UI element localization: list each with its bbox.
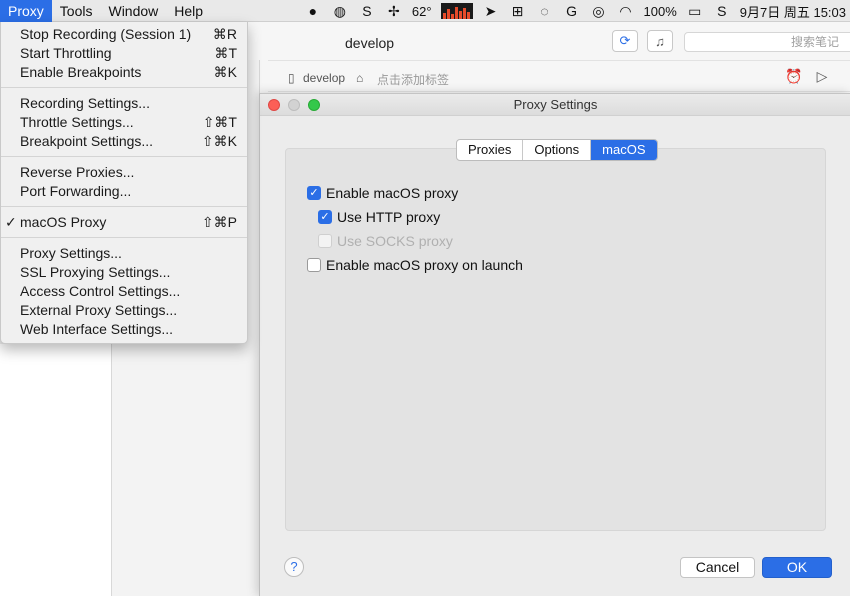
menu-item-shortcut: ⇧⌘K [201,133,237,149]
search-app-icon[interactable]: ◎ [590,3,608,19]
menu-item-label: Recording Settings... [20,95,150,111]
menu-separator [1,237,247,238]
menu-item-label: Start Throttling [20,45,112,61]
tab-proxies[interactable]: Proxies [457,140,524,160]
settings-tabs: Proxies Options macOS [456,139,658,161]
enable-macos-proxy-checkbox[interactable]: ✓ [307,186,321,200]
ok-button[interactable]: OK [762,557,832,578]
present-icon[interactable]: ▷ [813,68,831,86]
use-http-proxy-option[interactable]: ✓ Use HTTP proxy [318,209,440,225]
menu-separator [1,156,247,157]
menu-item-port-forwarding[interactable]: Port Forwarding... [1,182,247,201]
fan-icon[interactable]: ✢ [385,3,403,19]
background-window-title: develop [345,35,395,51]
menu-item-label: Proxy Settings... [20,245,122,261]
use-socks-proxy-checkbox [318,234,332,248]
menu-bar: Proxy Tools Window Help ● ◍ S ✢ 62° ➤ ⊞ … [0,0,850,22]
menu-separator [1,87,247,88]
menu-item-ssl-proxying-settings[interactable]: SSL Proxying Settings... [1,263,247,282]
menu-item-throttle-settings[interactable]: Throttle Settings... ⇧⌘T [1,113,247,132]
menu-item-label: Web Interface Settings... [20,321,174,337]
menu-item-start-throttling[interactable]: Start Throttling ⌘T [1,44,247,63]
use-socks-proxy-label: Use SOCKS proxy [337,233,453,249]
menu-item-reverse-proxies[interactable]: Reverse Proxies... [1,163,247,182]
menu-item-shortcut: ⇧⌘T [202,114,237,130]
note-toolbar: ▯ develop ⌂ 点击添加标签 ⏰ ▷ [268,60,850,92]
grid-icon[interactable]: ⊞ [509,3,527,19]
cancel-button[interactable]: Cancel [680,557,755,578]
s-app-icon[interactable]: S [358,3,376,19]
enable-on-launch-option[interactable]: Enable macOS proxy on launch [307,257,523,273]
dialog-title: Proxy Settings [513,97,598,112]
menu-item-label: Enable Breakpoints [20,64,142,80]
status-area: ● ◍ S ✢ 62° ➤ ⊞ ◌ G ◎ ◠ 100% ▭ S 9月7日 周五… [304,0,850,22]
clock[interactable]: 9月7日 周五 15:03 [740,2,846,21]
wifi-icon[interactable]: ◠ [617,3,635,19]
tab-options[interactable]: Options [523,140,592,160]
menu-item-label: Stop Recording (Session 1) [20,26,192,42]
input-method-icon[interactable]: S [713,3,731,19]
activity-chart-icon[interactable] [440,3,473,19]
menu-proxy[interactable]: Proxy [0,0,52,22]
menu-item-proxy-settings[interactable]: Proxy Settings... [1,244,247,263]
notebook-name[interactable]: develop [303,71,345,85]
menu-item-stop-recording[interactable]: Stop Recording (Session 1) ⌘R [1,25,247,44]
menu-item-label: macOS Proxy [20,214,107,230]
menu-item-label: Throttle Settings... [20,114,134,130]
help-button[interactable]: ? [284,557,304,577]
menu-item-label: Reverse Proxies... [20,164,135,180]
g-app-icon[interactable]: G [563,3,581,19]
alarm-icon[interactable]: ⏰ [785,68,803,86]
enable-macos-proxy-label: Enable macOS proxy [326,185,459,201]
menu-separator [1,206,247,207]
enable-macos-proxy-option[interactable]: ✓ Enable macOS proxy [307,185,458,201]
menu-item-label: Port Forwarding... [20,183,132,199]
menu-item-recording-settings[interactable]: Recording Settings... [1,94,247,113]
battery-icon[interactable]: ▭ [686,3,704,19]
bell-icon[interactable]: ♫ [647,30,673,52]
menu-item-label: External Proxy Settings... [20,302,178,318]
menu-item-breakpoint-settings[interactable]: Breakpoint Settings... ⇧⌘K [1,132,247,151]
enable-on-launch-label: Enable macOS proxy on launch [326,257,523,273]
proxy-settings-dialog: Proxy Settings Proxies Options macOS ✓ E… [259,93,850,596]
menu-item-label: SSL Proxying Settings... [20,264,171,280]
menu-item-macos-proxy[interactable]: ✓ macOS Proxy ⇧⌘P [1,213,247,232]
dialog-titlebar: Proxy Settings [260,94,850,116]
menu-item-label: Breakpoint Settings... [20,133,154,149]
tag-icon: ⌂ [356,71,364,85]
menu-item-web-interface-settings[interactable]: Web Interface Settings... [1,320,247,339]
menu-item-shortcut: ⇧⌘P [201,214,237,230]
tab-macos[interactable]: macOS [591,140,657,160]
qq-icon[interactable]: ● [304,3,322,19]
temperature-readout: 62° [411,3,432,19]
tag-input[interactable]: 点击添加标签 [377,71,449,88]
menu-tools[interactable]: Tools [52,0,101,22]
search-input[interactable]: 搜索笔记 [684,32,850,52]
use-http-proxy-label: Use HTTP proxy [337,209,441,225]
use-socks-proxy-option: Use SOCKS proxy [318,233,453,249]
sync-icon[interactable]: ⟳ [612,30,638,52]
menu-item-external-proxy-settings[interactable]: External Proxy Settings... [1,301,247,320]
wechat-icon[interactable]: ◍ [331,3,349,19]
menu-item-label: Access Control Settings... [20,283,181,299]
menu-item-enable-breakpoints[interactable]: Enable Breakpoints ⌘K [1,63,247,82]
menu-item-access-control-settings[interactable]: Access Control Settings... [1,282,247,301]
chat-icon[interactable]: ◌ [536,3,554,19]
settings-panel [285,148,826,531]
menu-item-shortcut: ⌘T [214,45,237,61]
menu-window[interactable]: Window [100,0,166,22]
battery-percent: 100% [643,3,677,19]
menu-item-shortcut: ⌘R [212,26,237,42]
menu-item-shortcut: ⌘K [213,64,237,80]
send-icon[interactable]: ➤ [482,3,500,19]
notebook-icon: ▯ [288,71,295,85]
menu-help[interactable]: Help [166,0,211,22]
checkmark-icon: ✓ [5,214,17,230]
enable-on-launch-checkbox[interactable] [307,258,321,272]
proxy-menu-dropdown: Stop Recording (Session 1) ⌘R Start Throt… [0,22,248,344]
sidebar-pane [0,344,112,596]
use-http-proxy-checkbox[interactable]: ✓ [318,210,332,224]
